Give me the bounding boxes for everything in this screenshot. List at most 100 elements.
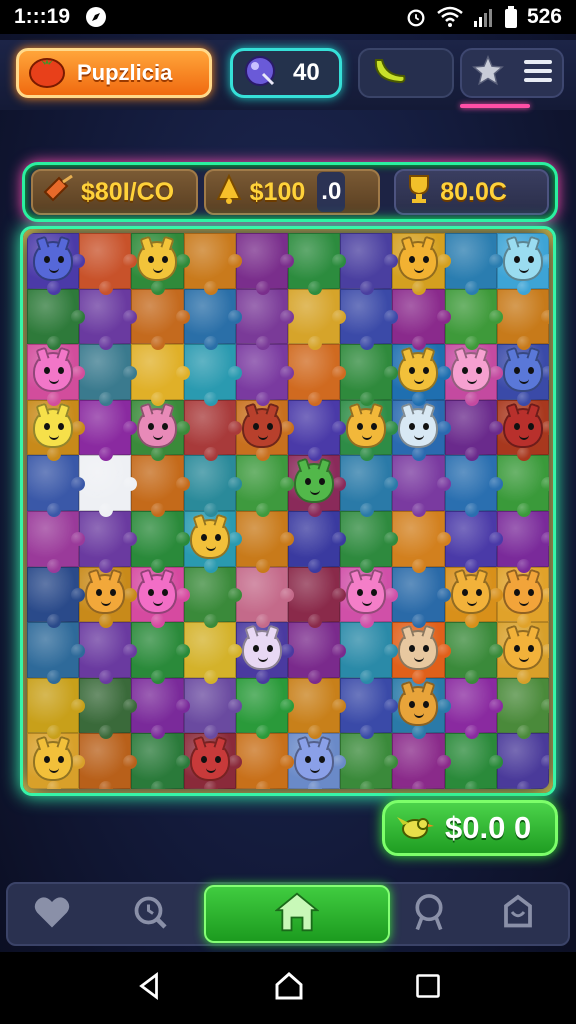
- puzzle-piece[interactable]: [27, 233, 86, 295]
- puzzle-piece[interactable]: [131, 733, 190, 789]
- puzzle-piece[interactable]: [183, 344, 243, 406]
- puzzle-piece[interactable]: [392, 677, 451, 739]
- puzzle-piece[interactable]: [288, 677, 347, 739]
- puzzle-piece[interactable]: [496, 677, 549, 739]
- nav-home[interactable]: [204, 885, 390, 943]
- puzzle-piece[interactable]: [27, 399, 86, 461]
- puzzle-piece[interactable]: [79, 344, 138, 406]
- puzzle-piece[interactable]: [79, 399, 138, 461]
- puzzle-piece[interactable]: [340, 344, 399, 406]
- back-icon[interactable]: [134, 971, 164, 1006]
- puzzle-piece[interactable]: [496, 733, 549, 789]
- puzzle-piece[interactable]: [183, 288, 243, 350]
- puzzle-piece[interactable]: [496, 510, 549, 573]
- puzzle-piece[interactable]: [79, 510, 138, 573]
- puzzle-piece[interactable]: [235, 566, 295, 628]
- puzzle-piece[interactable]: [131, 677, 190, 739]
- puzzle-piece[interactable]: [183, 622, 243, 684]
- puzzle-piece[interactable]: [27, 733, 86, 789]
- puzzle-piece[interactable]: [27, 288, 86, 350]
- puzzle-piece[interactable]: [183, 733, 243, 789]
- hamburger-menu-icon[interactable]: [522, 57, 554, 90]
- trophy-chip[interactable]: 80.0C: [394, 169, 549, 215]
- puzzle-piece[interactable]: [444, 622, 504, 684]
- coin-chip-b[interactable]: $100 .0: [203, 169, 381, 215]
- puzzle-piece[interactable]: [340, 677, 399, 739]
- puzzle-piece[interactable]: [183, 510, 243, 573]
- puzzle-piece[interactable]: [496, 399, 549, 461]
- puzzle-piece[interactable]: [183, 566, 243, 628]
- puzzle-piece[interactable]: [79, 455, 138, 517]
- puzzle-piece[interactable]: [288, 288, 347, 350]
- puzzle-piece[interactable]: [496, 233, 549, 295]
- puzzle-piece[interactable]: [288, 233, 347, 295]
- puzzle-piece[interactable]: [131, 622, 190, 684]
- home-system-icon[interactable]: [273, 970, 305, 1007]
- puzzle-piece[interactable]: [79, 288, 138, 350]
- puzzle-piece[interactable]: [131, 233, 190, 295]
- puzzle-piece[interactable]: [235, 288, 295, 350]
- puzzle-piece[interactable]: [340, 733, 399, 789]
- puzzle-piece[interactable]: [392, 399, 451, 461]
- puzzle-piece[interactable]: [444, 233, 504, 295]
- puzzle-piece[interactable]: [27, 677, 86, 739]
- puzzle-piece[interactable]: [496, 622, 549, 684]
- brand-button[interactable]: Pupzlicia: [16, 48, 212, 98]
- puzzle-piece[interactable]: [392, 344, 451, 406]
- puzzle-piece[interactable]: [392, 288, 451, 350]
- puzzle-piece[interactable]: [235, 399, 295, 461]
- puzzle-piece[interactable]: [235, 677, 295, 739]
- puzzle-piece[interactable]: [288, 622, 347, 684]
- puzzle-piece[interactable]: [496, 455, 549, 517]
- puzzle-piece[interactable]: [340, 566, 399, 628]
- nav-history[interactable]: [96, 884, 204, 944]
- puzzle-piece[interactable]: [288, 344, 347, 406]
- star-icon[interactable]: [471, 54, 505, 93]
- puzzle-piece[interactable]: [392, 622, 451, 684]
- puzzle-piece[interactable]: [131, 455, 190, 517]
- banana-counter[interactable]: [358, 48, 454, 98]
- puzzle-piece[interactable]: [392, 566, 451, 628]
- puzzle-piece[interactable]: [496, 288, 549, 350]
- puzzle-piece[interactable]: [444, 566, 504, 628]
- puzzle-piece[interactable]: [235, 233, 295, 295]
- puzzle-piece[interactable]: [235, 455, 295, 517]
- puzzle-piece[interactable]: [131, 288, 190, 350]
- puzzle-piece[interactable]: [392, 510, 451, 573]
- puzzle-piece[interactable]: [79, 566, 138, 628]
- puzzle-piece[interactable]: [496, 344, 549, 406]
- puzzle-piece[interactable]: [27, 622, 86, 684]
- puzzle-piece[interactable]: [27, 344, 86, 406]
- coin-chip-a[interactable]: $80I/CO: [31, 169, 198, 215]
- puzzle-piece[interactable]: [444, 288, 504, 350]
- puzzle-piece[interactable]: [183, 233, 243, 295]
- puzzle-piece[interactable]: [27, 510, 86, 573]
- puzzle-piece[interactable]: [340, 510, 399, 573]
- puzzle-piece[interactable]: [444, 677, 504, 739]
- nav-achievements[interactable]: [390, 884, 468, 944]
- puzzle-piece[interactable]: [79, 733, 138, 789]
- recents-icon[interactable]: [414, 972, 442, 1005]
- puzzle-piece[interactable]: [444, 733, 504, 789]
- puzzle-piece[interactable]: [79, 677, 138, 739]
- puzzle-piece[interactable]: [131, 344, 190, 406]
- puzzle-piece[interactable]: [340, 399, 399, 461]
- puzzle-piece[interactable]: [288, 733, 347, 789]
- puzzle-piece[interactable]: [340, 233, 399, 295]
- puzzle-piece[interactable]: [79, 622, 138, 684]
- puzzle-piece[interactable]: [235, 733, 295, 789]
- nav-favorites[interactable]: [8, 884, 96, 944]
- puzzle-piece[interactable]: [392, 455, 451, 517]
- gem-counter[interactable]: 40: [230, 48, 342, 98]
- puzzle-piece[interactable]: [235, 622, 295, 684]
- puzzle-piece[interactable]: [79, 233, 138, 295]
- puzzle-piece[interactable]: [27, 566, 86, 628]
- puzzle-piece[interactable]: [183, 677, 243, 739]
- reward-button[interactable]: $0.0 0: [382, 800, 558, 856]
- puzzle-piece[interactable]: [288, 399, 347, 461]
- puzzle-piece[interactable]: [131, 399, 190, 461]
- puzzle-piece[interactable]: [444, 344, 504, 406]
- puzzle-piece[interactable]: [340, 622, 399, 684]
- puzzle-piece[interactable]: [340, 288, 399, 350]
- nav-shop[interactable]: [468, 884, 568, 944]
